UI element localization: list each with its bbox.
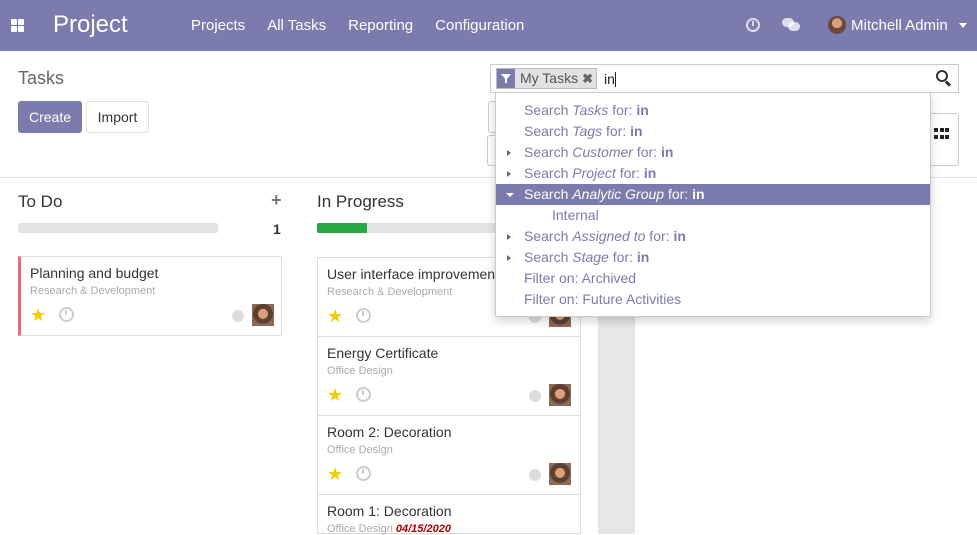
task-project: Office Design 04/15/2020	[327, 523, 451, 535]
create-button[interactable]: Create	[18, 101, 82, 133]
task-project-name: Office Design	[327, 523, 393, 535]
chat-icon[interactable]	[782, 18, 800, 32]
column-progress-bar[interactable]	[317, 223, 517, 233]
menu-item-all-tasks[interactable]: All Tasks	[267, 17, 326, 34]
search-value: in	[636, 102, 649, 118]
search-field-name: Assigned to	[572, 228, 646, 244]
clock-icon[interactable]	[356, 387, 371, 402]
import-button[interactable]: Import	[86, 101, 149, 133]
search-value: in	[673, 228, 686, 244]
activity-clock-icon[interactable]	[746, 18, 760, 32]
task-deadline: 04/15/2020	[395, 523, 451, 535]
search-autocomplete-dropdown: Search Tasks for: in Search Tags for: in S…	[495, 92, 931, 317]
autocomplete-search-item[interactable]: Search Customer for: in	[496, 142, 930, 163]
search-icon[interactable]	[936, 70, 952, 87]
column-title[interactable]: To Do	[18, 192, 62, 212]
star-icon[interactable]: ★	[327, 386, 343, 404]
search-facet: My Tasks ✖	[496, 68, 598, 89]
autocomplete-filter-item[interactable]: Filter on: Future Activities	[496, 289, 930, 310]
autocomplete-subitem[interactable]: Internal	[496, 205, 930, 226]
autocomplete-search-item[interactable]: Search Assigned to for: in	[496, 226, 930, 247]
task-project: Research & Development	[30, 285, 156, 297]
task-name: Room 2: Decoration	[327, 424, 452, 440]
assignee-avatar	[549, 463, 571, 485]
task-project: Research & Development	[327, 286, 453, 298]
task-name: Planning and budget	[30, 265, 159, 281]
chevron-down-icon	[958, 22, 967, 28]
autocomplete-search-item[interactable]: Search Analytic Group for: in	[496, 184, 930, 205]
autocomplete-search-item[interactable]: Search Stage for: in	[496, 247, 930, 268]
app-name[interactable]: Project	[53, 11, 128, 39]
task-project: Office Design	[327, 444, 393, 456]
close-icon[interactable]: ✖	[582, 69, 596, 88]
assignee-avatar	[252, 304, 274, 326]
caret-right-icon[interactable]	[507, 171, 511, 177]
search-field-name: Tasks	[572, 102, 609, 118]
task-card[interactable]: Room 2: Decoration Office Design ★	[317, 415, 581, 495]
search-value: in	[660, 144, 674, 160]
task-name: Room 1: Decoration	[327, 503, 452, 519]
kanban-grid-icon[interactable]	[934, 128, 949, 140]
autocomplete-search-item[interactable]: Search Tags for: in	[496, 121, 930, 142]
search-value: in	[643, 165, 657, 181]
status-dot[interactable]	[529, 390, 541, 402]
column-progress-bar[interactable]	[18, 223, 218, 233]
star-icon[interactable]: ★	[30, 306, 46, 324]
assignee-avatar	[549, 384, 571, 406]
column-count: 1	[273, 221, 281, 237]
user-menu[interactable]: Mitchell Admin	[828, 16, 967, 34]
autocomplete-search-item[interactable]: Search Project for: in	[496, 163, 930, 184]
search-bar[interactable]: My Tasks ✖ in	[490, 64, 959, 93]
menu-item-configuration[interactable]: Configuration	[435, 17, 524, 34]
search-input[interactable]: in	[604, 71, 616, 87]
search-field-name: Customer	[572, 144, 633, 160]
filter-icon	[497, 69, 515, 88]
clock-icon[interactable]	[356, 466, 371, 481]
user-avatar	[828, 16, 846, 34]
status-dot[interactable]	[232, 310, 244, 322]
search-field-name: Stage	[572, 249, 609, 265]
search-field-name: Analytic Group	[572, 186, 665, 202]
apps-grid-icon[interactable]	[11, 19, 24, 32]
task-card[interactable]: Energy Certificate Office Design ★	[317, 336, 581, 416]
page-title: Tasks	[18, 68, 65, 88]
clock-icon[interactable]	[59, 307, 74, 322]
task-card[interactable]: Planning and budget Research & Developme…	[18, 256, 282, 336]
menu-item-reporting[interactable]: Reporting	[348, 17, 413, 34]
status-dot[interactable]	[529, 469, 541, 481]
clock-icon[interactable]	[356, 308, 371, 323]
task-card[interactable]: Room 1: Decoration Office Design 04/15/2…	[317, 494, 581, 535]
search-value: in	[692, 186, 705, 202]
user-name: Mitchell Admin	[851, 16, 948, 34]
star-icon[interactable]: ★	[327, 307, 343, 325]
autocomplete-search-item[interactable]: Search Tasks for: in	[496, 100, 930, 121]
menu-item-projects[interactable]: Projects	[191, 17, 245, 34]
task-name: Energy Certificate	[327, 345, 439, 361]
search-value: in	[630, 123, 643, 139]
caret-right-icon[interactable]	[507, 150, 511, 156]
main-menu: Projects All Tasks Reporting Configurati…	[191, 17, 524, 34]
search-value: in	[636, 249, 650, 265]
autocomplete-filter-item[interactable]: Filter on: Archived	[496, 268, 930, 289]
task-name: User interface improvements	[327, 266, 506, 282]
facet-label: My Tasks	[520, 70, 579, 86]
add-task-icon[interactable]: +	[271, 190, 282, 211]
star-icon[interactable]: ★	[327, 465, 343, 483]
task-project: Office Design	[327, 365, 393, 377]
search-query: in	[604, 71, 615, 87]
caret-right-icon[interactable]	[507, 255, 511, 261]
search-field-name: Tags	[572, 123, 603, 139]
top-navbar: Project Projects All Tasks Reporting Con…	[0, 0, 977, 51]
column-title[interactable]: In Progress	[317, 192, 404, 212]
caret-down-icon[interactable]	[506, 193, 514, 197]
search-field-name: Project	[572, 165, 616, 181]
caret-right-icon[interactable]	[507, 234, 511, 240]
